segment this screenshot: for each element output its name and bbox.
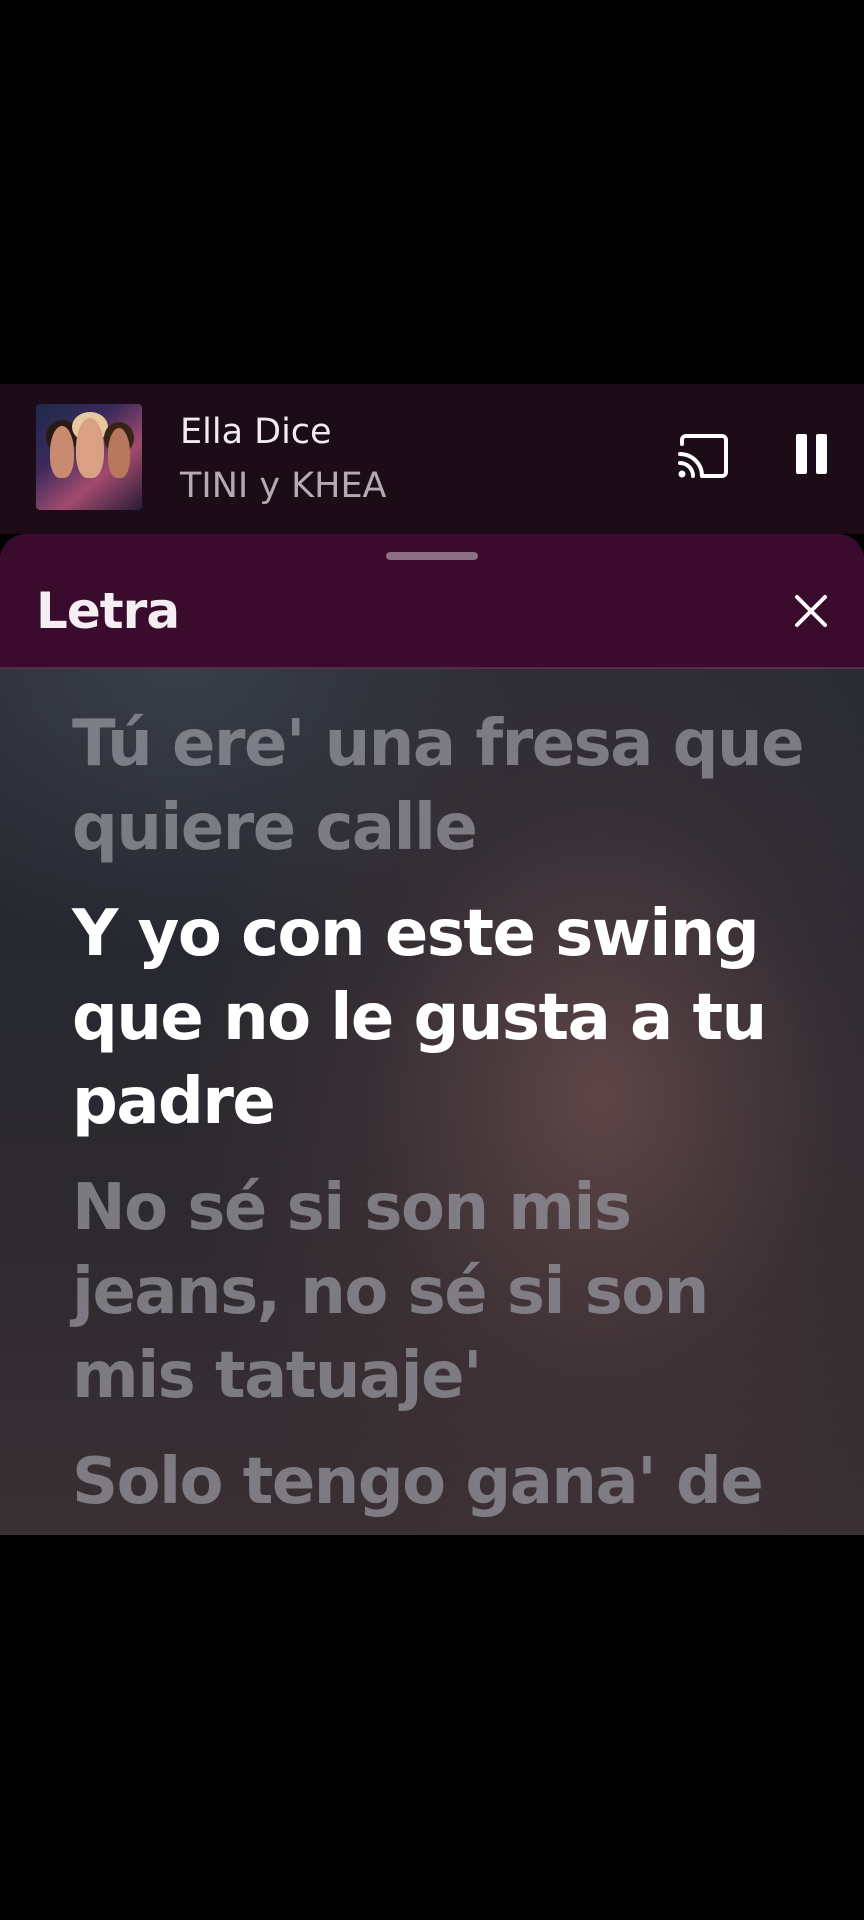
track-title[interactable]: Ella Dice	[180, 412, 332, 452]
lyrics-title: Letra	[36, 582, 180, 640]
album-art-logo	[46, 482, 132, 496]
mini-player[interactable]: Ella Dice TINI y KHEA	[0, 384, 864, 534]
close-icon[interactable]	[790, 590, 832, 632]
lyrics-list: Tú ere' una fresa que quiere calle Y yo …	[72, 702, 832, 1535]
album-art	[36, 404, 142, 510]
lyric-line-upcoming[interactable]: Solo tengo gana' de	[72, 1440, 832, 1524]
lyric-line-past[interactable]: Tú ere' una fresa que quiere calle	[72, 702, 832, 870]
screen: Ella Dice TINI y KHEA Letra Tú ere' una …	[0, 0, 864, 1920]
lyric-line-upcoming[interactable]: No sé si son mis jeans, no sé si son mis…	[72, 1166, 832, 1418]
pause-icon[interactable]	[790, 430, 832, 480]
cast-icon[interactable]	[676, 432, 730, 480]
lyrics-sheet: Letra Tú ere' una fresa que quiere calle…	[0, 534, 864, 1535]
lyric-line-current[interactable]: Y yo con este swing que no le gusta a tu…	[72, 892, 832, 1144]
track-artist[interactable]: TINI y KHEA	[180, 466, 387, 506]
drag-handle[interactable]	[386, 552, 478, 560]
lyrics-header: Letra	[0, 534, 864, 669]
